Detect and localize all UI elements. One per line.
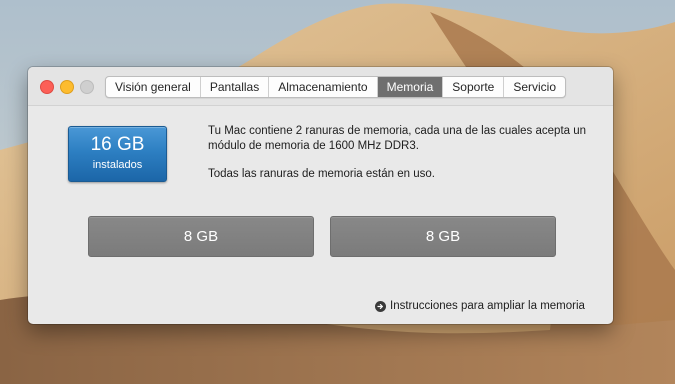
memory-slot-1: 8 GB (88, 216, 314, 257)
memory-panel: 16 GB instalados Tu Mac contiene 2 ranur… (28, 106, 613, 324)
arrow-circle-right-icon (375, 300, 386, 312)
memory-total-size: 16 GB (90, 134, 145, 155)
desktop-wallpaper: Visión general Pantallas Almacenamiento … (0, 0, 675, 384)
memory-upgrade-instructions-link[interactable]: Instrucciones para ampliar la memoria (375, 298, 585, 314)
tab-service[interactable]: Servicio (504, 77, 565, 97)
tab-storage[interactable]: Almacenamiento (269, 77, 378, 97)
window-titlebar: Visión general Pantallas Almacenamiento … (28, 67, 613, 106)
memory-slot-2: 8 GB (330, 216, 556, 257)
about-this-mac-window: Visión general Pantallas Almacenamiento … (28, 67, 613, 324)
memory-slots-description: Tu Mac contiene 2 ranuras de memoria, ca… (208, 125, 587, 152)
minimize-button[interactable] (60, 80, 74, 94)
zoom-button[interactable] (80, 80, 94, 94)
close-button[interactable] (40, 80, 54, 94)
tab-overview[interactable]: Visión general (106, 77, 201, 97)
memory-description: Tu Mac contiene 2 ranuras de memoria, ca… (208, 124, 598, 182)
tab-support[interactable]: Soporte (443, 77, 505, 97)
tab-displays[interactable]: Pantallas (201, 77, 270, 97)
tab-memory[interactable]: Memoria (377, 77, 444, 97)
memory-total-badge: 16 GB instalados (68, 126, 167, 182)
memory-installed-label: instalados (92, 159, 143, 171)
tab-bar: Visión general Pantallas Almacenamiento … (105, 76, 567, 98)
memory-slots-status: Todas las ranuras de memoria están en us… (208, 168, 435, 180)
memory-upgrade-instructions-label: Instrucciones para ampliar la memoria (390, 300, 585, 312)
